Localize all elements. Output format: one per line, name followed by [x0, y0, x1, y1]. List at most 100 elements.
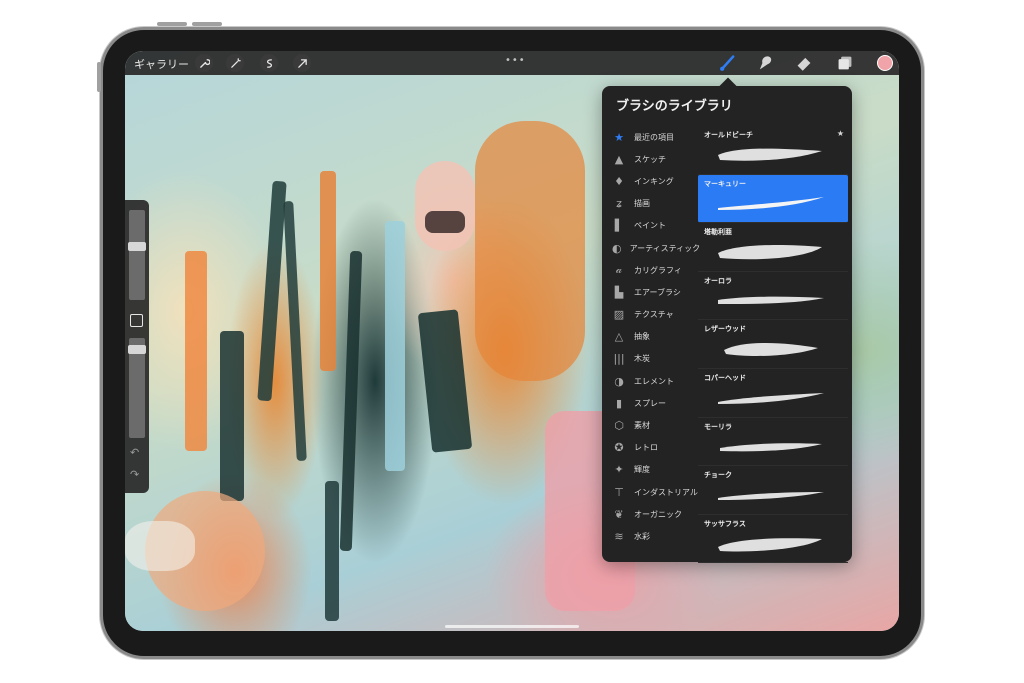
category-label: ペイント	[634, 221, 666, 231]
spray-can-icon: ▮	[615, 396, 623, 410]
category-label: 抽象	[634, 332, 650, 342]
brush-category-item[interactable]: ▲ スケッチ	[602, 148, 698, 170]
brush-item[interactable]: オールドビーチ ★	[698, 126, 848, 175]
ink-drop-icon: ♦	[614, 174, 624, 188]
category-label: スプレー	[634, 398, 666, 408]
brush-name: チョーク	[704, 471, 732, 480]
brush-category-item[interactable]: ◑ エレメント	[602, 370, 698, 392]
brush-stroke-preview	[718, 538, 822, 552]
star-icon: ★	[614, 130, 624, 144]
brush-size-slider[interactable]	[129, 210, 145, 300]
transform-arrow-icon[interactable]	[293, 54, 311, 72]
brush-item[interactable]: コパーヘッド	[698, 369, 848, 418]
category-label: テクスチャ	[634, 310, 674, 320]
app-screen: ギャラリー ••• ↶ ↷ ブラシのライブラリ ★ 最近の項目 ▲ スケッチ ♦…	[125, 51, 899, 631]
brush-stroke-preview	[720, 442, 822, 451]
category-label: カリグラフィ	[634, 265, 682, 275]
category-label: 輝度	[634, 465, 650, 475]
brush-stroke-preview	[718, 148, 822, 161]
brush-stroke-preview	[718, 492, 824, 501]
top-toolbar: ギャラリー •••	[125, 51, 899, 75]
leaf-icon: ❦	[614, 507, 624, 521]
category-label: 木炭	[634, 354, 650, 364]
opacity-thumb[interactable]	[128, 345, 146, 354]
brush-item[interactable]: モーリラ	[698, 418, 848, 467]
brush-item[interactable]: 塔勒利亜	[698, 223, 848, 272]
swirl-icon: ʑ	[616, 197, 622, 211]
brush-category-item[interactable]: ▌ ペイント	[602, 215, 698, 237]
brush-stroke-preview	[718, 196, 824, 210]
brush-name: コパーヘッド	[704, 373, 746, 382]
brush-category-item[interactable]: ⬡ 素材	[602, 414, 698, 436]
brush-item[interactable]: レザーウッド	[698, 320, 848, 369]
modify-button[interactable]	[130, 314, 143, 327]
color-picker-swatch[interactable]	[877, 55, 893, 71]
brush-item[interactable]: チョーク	[698, 466, 848, 515]
brush-category-item[interactable]: ▙ エアーブラシ	[602, 281, 698, 303]
brush-list: オールドビーチ ★ マーキュリー 塔勒利亜オーロラレザーウッドコパーヘッド モーリラチョ…	[698, 126, 848, 564]
palette-icon: ◐	[612, 241, 622, 255]
category-label: 最近の項目	[634, 132, 674, 142]
brush-category-item[interactable]: ✪ レトロ	[602, 437, 698, 459]
brush-category-list: ★ 最近の項目 ▲ スケッチ ♦ インキング ʑ 描画 ▌ ペイント ◐ アーティスティック 𝒶 カリグラ…	[602, 126, 701, 548]
brush-category-item[interactable]: ≋ 水彩	[602, 525, 698, 547]
brush-stroke-preview	[718, 245, 822, 260]
brush-category-item[interactable]: ✦ 輝度	[602, 459, 698, 481]
brush-category-item[interactable]: ʑ 描画	[602, 193, 698, 215]
wrench-icon[interactable]	[195, 54, 213, 72]
brush-name: オーロラ	[704, 276, 732, 285]
brush-item[interactable]: マーキュリー	[698, 174, 848, 224]
category-label: 水彩	[634, 531, 650, 541]
brush-category-item[interactable]: ◐ アーティスティック	[602, 237, 701, 259]
category-label: レトロ	[634, 443, 658, 453]
category-label: インダストリアル	[634, 487, 698, 497]
smudge-icon[interactable]	[756, 54, 774, 72]
sparkle-icon: ✦	[614, 463, 624, 477]
brush-icon[interactable]	[719, 54, 737, 72]
yin-yang-icon: ◑	[614, 374, 624, 388]
more-options-icon[interactable]: •••	[505, 55, 526, 66]
top-button	[157, 22, 187, 26]
brush-category-item[interactable]: 𝒶 カリグラフィ	[602, 259, 698, 281]
gallery-button[interactable]: ギャラリー	[134, 56, 189, 72]
triangle-icon: △	[614, 330, 624, 344]
brush-stroke-preview	[718, 296, 824, 304]
brush-category-item[interactable]: △ 抽象	[602, 326, 698, 348]
eraser-icon[interactable]	[795, 54, 813, 72]
brush-item[interactable]: オーロラ	[698, 272, 848, 321]
home-indicator[interactable]	[445, 625, 579, 628]
category-label: アーティスティック	[629, 243, 701, 253]
paint-brush-icon: ▌	[614, 219, 624, 233]
category-label: オーガニック	[634, 509, 682, 519]
brush-category-item[interactable]: ★ 最近の項目	[602, 126, 698, 148]
magic-wand-icon[interactable]	[226, 54, 244, 72]
panel-title: ブラシのライブラリ	[616, 99, 733, 114]
category-label: インキング	[634, 176, 674, 186]
water-waves-icon: ≋	[614, 529, 624, 543]
airbrush-icon: ▙	[614, 285, 624, 299]
brush-item[interactable]: サッサフラス	[698, 515, 848, 564]
redo-icon[interactable]: ↷	[130, 468, 139, 481]
selection-icon[interactable]	[260, 54, 278, 72]
favorite-star-icon[interactable]: ★	[837, 129, 844, 138]
layers-icon[interactable]	[836, 54, 854, 72]
category-label: スケッチ	[634, 154, 666, 164]
brush-name: オールドビーチ	[704, 131, 753, 139]
category-label: エレメント	[634, 376, 674, 386]
brush-category-item[interactable]: ♦ インキング	[602, 170, 698, 192]
category-label: 素材	[634, 421, 650, 431]
left-sidebar: ↶ ↷	[125, 200, 149, 493]
brush-name: モーリラ	[704, 422, 732, 431]
brush-library-panel: ブラシのライブラリ ★ 最近の項目 ▲ スケッチ ♦ インキング ʑ 描画 ▌ ペイント ◐ アーティ…	[602, 86, 852, 564]
undo-icon[interactable]: ↶	[130, 446, 139, 459]
charcoal-icon: |||	[613, 352, 625, 366]
brush-category-item[interactable]: ▮ スプレー	[602, 392, 698, 414]
brush-size-thumb[interactable]	[128, 242, 146, 251]
brush-category-item[interactable]: ❦ オーガニック	[602, 503, 698, 525]
brush-name: サッサフラス	[704, 519, 746, 528]
brush-category-item[interactable]: ⊤ インダストリアル	[602, 481, 698, 503]
brush-category-item[interactable]: ||| 木炭	[602, 348, 698, 370]
brush-category-item[interactable]: ▨ テクスチャ	[602, 304, 698, 326]
texture-icon: ▨	[613, 308, 625, 322]
side-button	[97, 62, 101, 92]
